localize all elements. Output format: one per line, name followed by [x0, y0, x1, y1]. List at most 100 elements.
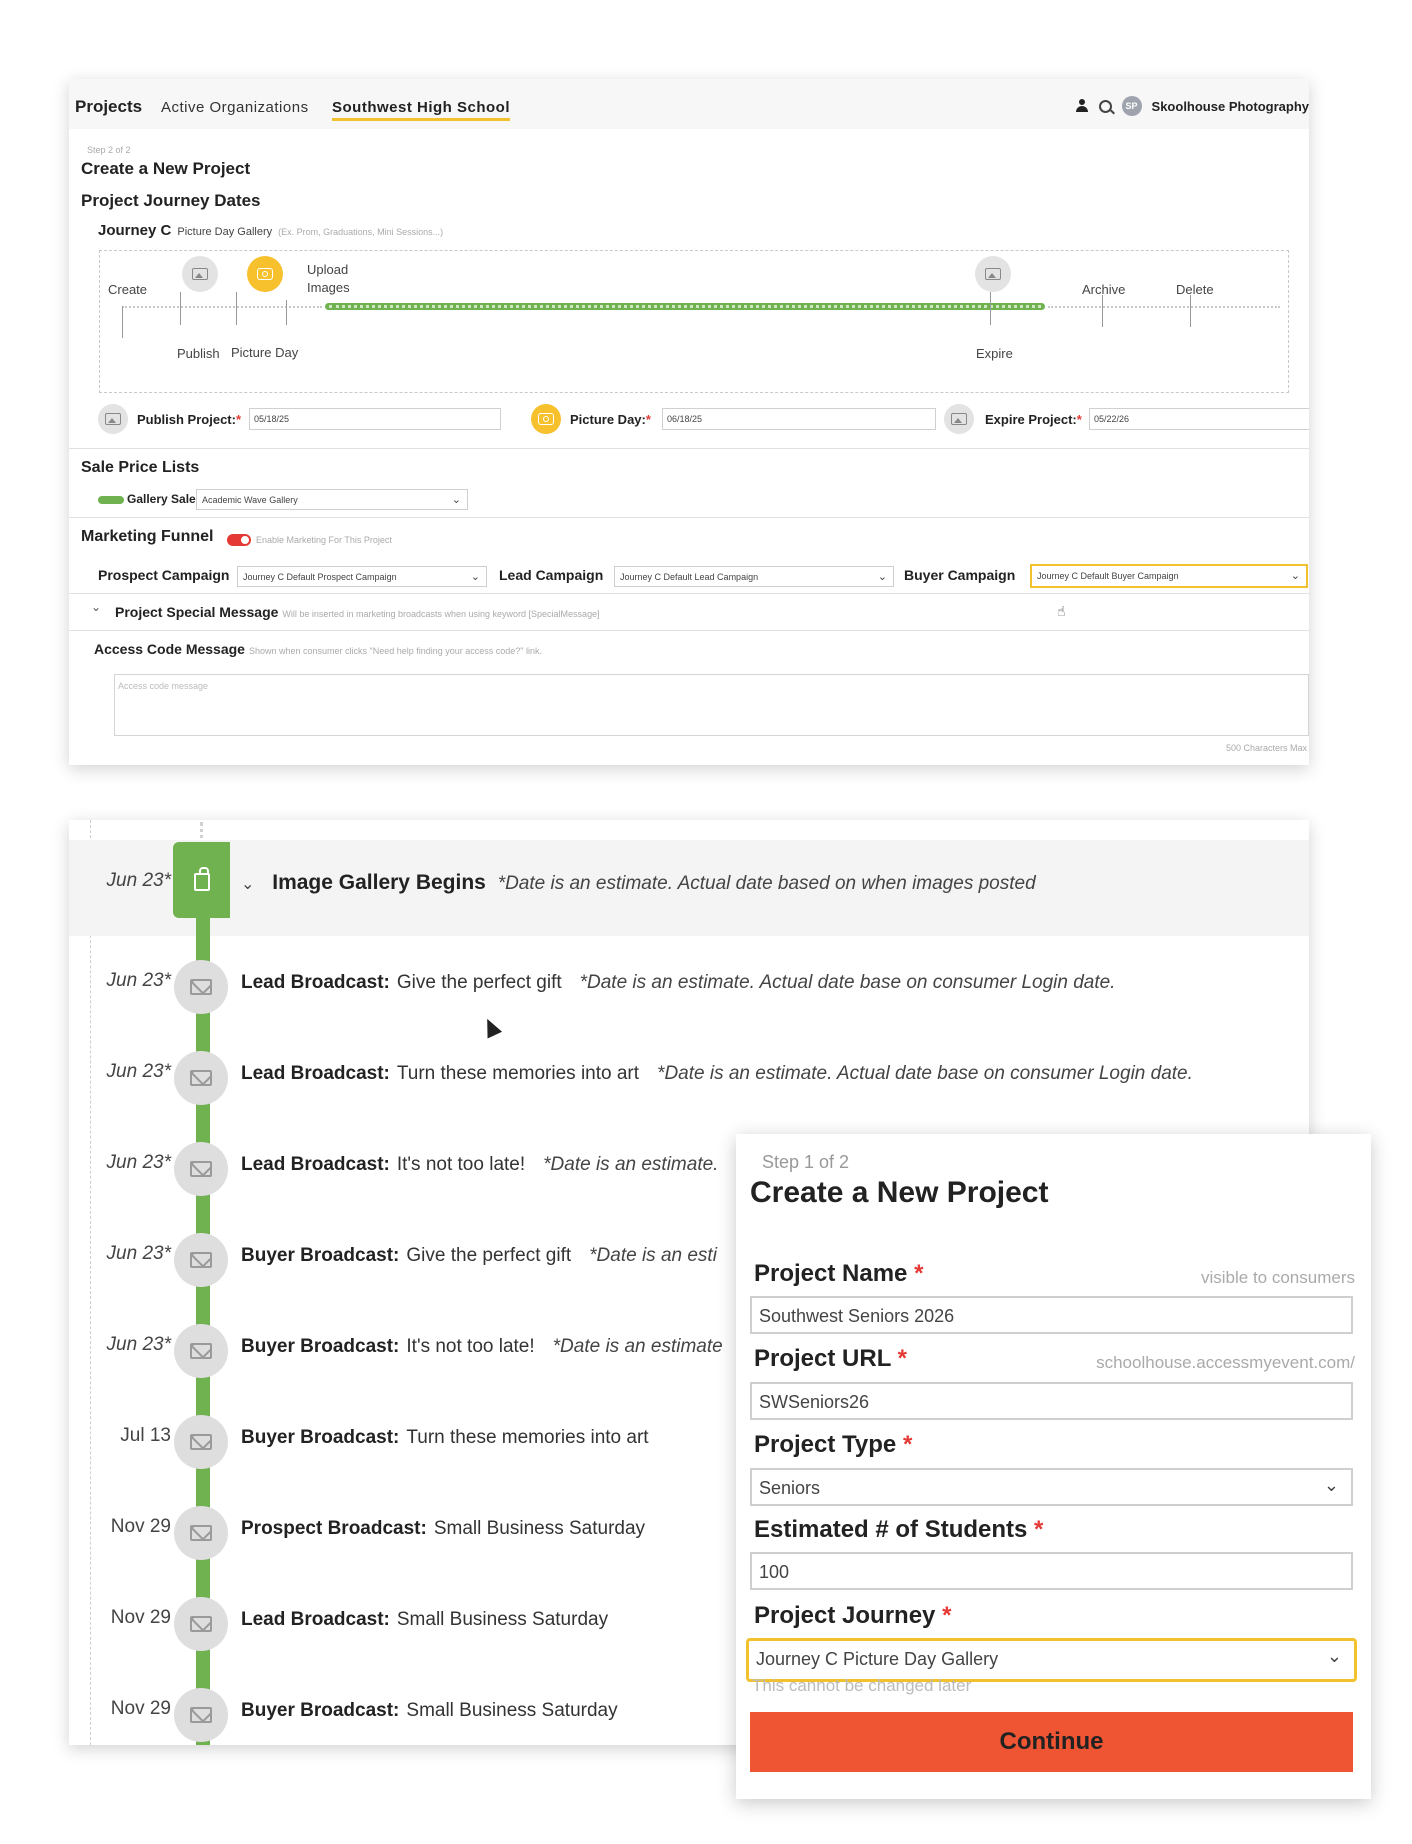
- broadcast-subject: Small Business Saturday: [396, 1609, 609, 1630]
- publish-date-input[interactable]: 05/18/25: [249, 408, 501, 430]
- gallery-title: Image Gallery Begins: [272, 871, 486, 894]
- timeline-label-publish: Publish: [177, 346, 220, 361]
- tick-create: [122, 306, 123, 338]
- access-code-message-textarea[interactable]: Access code message: [114, 674, 1309, 736]
- project-name-label: Project Name *: [754, 1260, 924, 1287]
- project-type-value: Seniors: [759, 1478, 821, 1498]
- timeline-active-range: [325, 303, 1045, 310]
- picture-day-date-input[interactable]: 06/18/25: [662, 408, 936, 430]
- chevron-down-icon[interactable]: ⌄: [241, 876, 254, 893]
- expand-chevron-icon[interactable]: ⌄: [91, 600, 101, 614]
- buyer-campaign-value: Journey C Default Buyer Campaign: [1037, 571, 1179, 581]
- broadcast-node[interactable]: [174, 1142, 228, 1196]
- journey-dates-heading: Project Journey Dates: [81, 191, 261, 210]
- broadcast-kind: Lead Broadcast:: [241, 1154, 390, 1175]
- timeline-dotted-end: [1048, 306, 1280, 308]
- project-url-input[interactable]: SWSeniors26: [750, 1382, 1353, 1420]
- envelope-icon: [190, 1434, 212, 1450]
- user-name[interactable]: Skoolhouse Photography: [1152, 99, 1309, 114]
- chevron-down-icon: ⌄: [1326, 1646, 1342, 1666]
- broadcast-subject: Small Business Saturday: [433, 1518, 646, 1539]
- broadcast-subject: Small Business Saturday: [406, 1700, 618, 1721]
- continue-button[interactable]: Continue: [750, 1712, 1353, 1772]
- broadcast-date: Jun 23*: [106, 1334, 171, 1355]
- broadcast-item[interactable]: Prospect Broadcast: Small Business Saturd…: [241, 1518, 645, 1540]
- journey-hint: (Ex. Prom, Graduations, Mini Sessions...…: [278, 227, 444, 237]
- broadcast-item[interactable]: Buyer Broadcast: Turn these memories into…: [241, 1427, 649, 1449]
- buyer-campaign-select[interactable]: Journey C Default Buyer Campaign ⌄: [1030, 564, 1308, 588]
- broadcast-date: Jun 23*: [106, 1061, 171, 1082]
- broadcast-node[interactable]: [174, 1597, 228, 1651]
- step-indicator: Step 2 of 2: [87, 145, 131, 155]
- nav-active-organizations[interactable]: Active Organizations: [161, 99, 309, 116]
- students-label: Estimated # of Students *: [754, 1516, 1044, 1543]
- image-icon: [985, 268, 1001, 280]
- expire-date-input[interactable]: 05/22/26: [1089, 408, 1309, 430]
- project-name-input[interactable]: Southwest Seniors 2026: [750, 1296, 1353, 1334]
- access-code-hint: Shown when consumer clicks "Need help fi…: [248, 646, 543, 656]
- search-icon[interactable]: [1098, 99, 1112, 113]
- divider: [69, 630, 1309, 631]
- broadcast-node[interactable]: [174, 1051, 228, 1105]
- broadcast-node[interactable]: [174, 960, 228, 1014]
- broadcast-node[interactable]: [174, 1233, 228, 1287]
- avatar[interactable]: SP: [1121, 96, 1142, 116]
- picture-day-date-icon: [531, 404, 561, 434]
- project-type-select[interactable]: Seniors ⌄: [750, 1468, 1353, 1506]
- broadcast-item[interactable]: Buyer Broadcast: Small Business Saturday: [241, 1700, 618, 1722]
- journey-name: Journey C: [98, 222, 172, 239]
- pointer-hand-icon: ☝: [1057, 603, 1066, 619]
- broadcast-date: Nov 29: [110, 1516, 171, 1537]
- expire-milestone-icon[interactable]: [975, 256, 1011, 292]
- tick-picture-day: [236, 292, 237, 325]
- chevron-down-icon: ⌄: [1323, 1475, 1339, 1495]
- nav-projects[interactable]: Projects: [75, 97, 142, 117]
- project-journey-value: Journey C Picture Day Gallery: [756, 1649, 999, 1669]
- broadcast-node[interactable]: [174, 1688, 228, 1742]
- chevron-down-icon: ⌄: [877, 571, 887, 583]
- broadcast-item[interactable]: Buyer Broadcast: Give the perfect gift *Da…: [241, 1245, 717, 1267]
- envelope-icon: [190, 1525, 212, 1541]
- broadcast-node[interactable]: [174, 1324, 228, 1378]
- picture-day-date-label: Picture Day:*: [570, 412, 651, 427]
- nav-user-area: SP Skoolhouse Photography: [1075, 96, 1309, 116]
- project-journey-note: This cannot be changed later: [752, 1676, 972, 1695]
- gallery-note: *Date is an estimate. Actual date based …: [497, 873, 1036, 894]
- broadcast-kind: Lead Broadcast:: [241, 972, 390, 993]
- chevron-down-icon: ⌄: [470, 571, 480, 583]
- timeline-label-create: Create: [108, 282, 148, 297]
- timeline-label-delete: Delete: [1176, 282, 1214, 297]
- special-message-hint: Will be inserted in marketing broadcasts…: [282, 609, 600, 619]
- broadcast-item[interactable]: Buyer Broadcast: It's not too late! *Date …: [241, 1336, 723, 1358]
- broadcast-item[interactable]: Lead Broadcast: Give the perfect gift *Dat…: [241, 972, 1115, 994]
- students-input[interactable]: 100: [750, 1552, 1353, 1590]
- user-icon[interactable]: [1075, 99, 1089, 113]
- project-url-prefix: schoolhouse.accessmyevent.com/: [1096, 1353, 1355, 1372]
- broadcast-node[interactable]: [174, 1506, 228, 1560]
- marketing-toggle[interactable]: [227, 534, 251, 546]
- publish-milestone-icon[interactable]: [182, 256, 218, 292]
- chevron-down-icon: ⌄: [451, 494, 461, 506]
- broadcast-subject: It's not too late!: [396, 1154, 526, 1175]
- modal-title: Create a New Project: [750, 1176, 1049, 1209]
- nav-southwest-high-school[interactable]: Southwest High School: [332, 99, 510, 121]
- broadcast-item[interactable]: Lead Broadcast: Turn these memories into …: [241, 1063, 1193, 1085]
- envelope-icon: [190, 1707, 212, 1723]
- gallery-sale-select[interactable]: Academic Wave Gallery ⌄: [196, 489, 468, 510]
- special-message-label[interactable]: Project Special Message Will be inserted …: [115, 604, 600, 620]
- timeline-dotted-start: [122, 306, 322, 308]
- broadcast-subject: Give the perfect gift: [406, 1245, 572, 1266]
- broadcast-date: Jun 23*: [106, 1243, 171, 1264]
- broadcast-kind: Lead Broadcast:: [241, 1063, 390, 1084]
- timeline-label-picture-day: Picture Day: [231, 345, 299, 360]
- broadcast-item[interactable]: Lead Broadcast: It's not too late! *Date i…: [241, 1154, 718, 1176]
- project-name-hint: visible to consumers: [1200, 1268, 1355, 1287]
- dashed-guide: [90, 820, 91, 1745]
- broadcast-item[interactable]: Lead Broadcast: Small Business Saturday: [241, 1609, 608, 1631]
- lead-campaign-select[interactable]: Journey C Default Lead Campaign ⌄: [614, 566, 894, 587]
- journey-date-fields: Publish Project:* 05/18/25 Picture Day:*…: [98, 404, 1309, 440]
- prospect-campaign-select[interactable]: Journey C Default Prospect Campaign ⌄: [237, 566, 487, 587]
- picture-day-milestone-icon[interactable]: [247, 256, 283, 292]
- broadcast-subject: It's not too late!: [406, 1336, 535, 1357]
- broadcast-node[interactable]: [174, 1415, 228, 1469]
